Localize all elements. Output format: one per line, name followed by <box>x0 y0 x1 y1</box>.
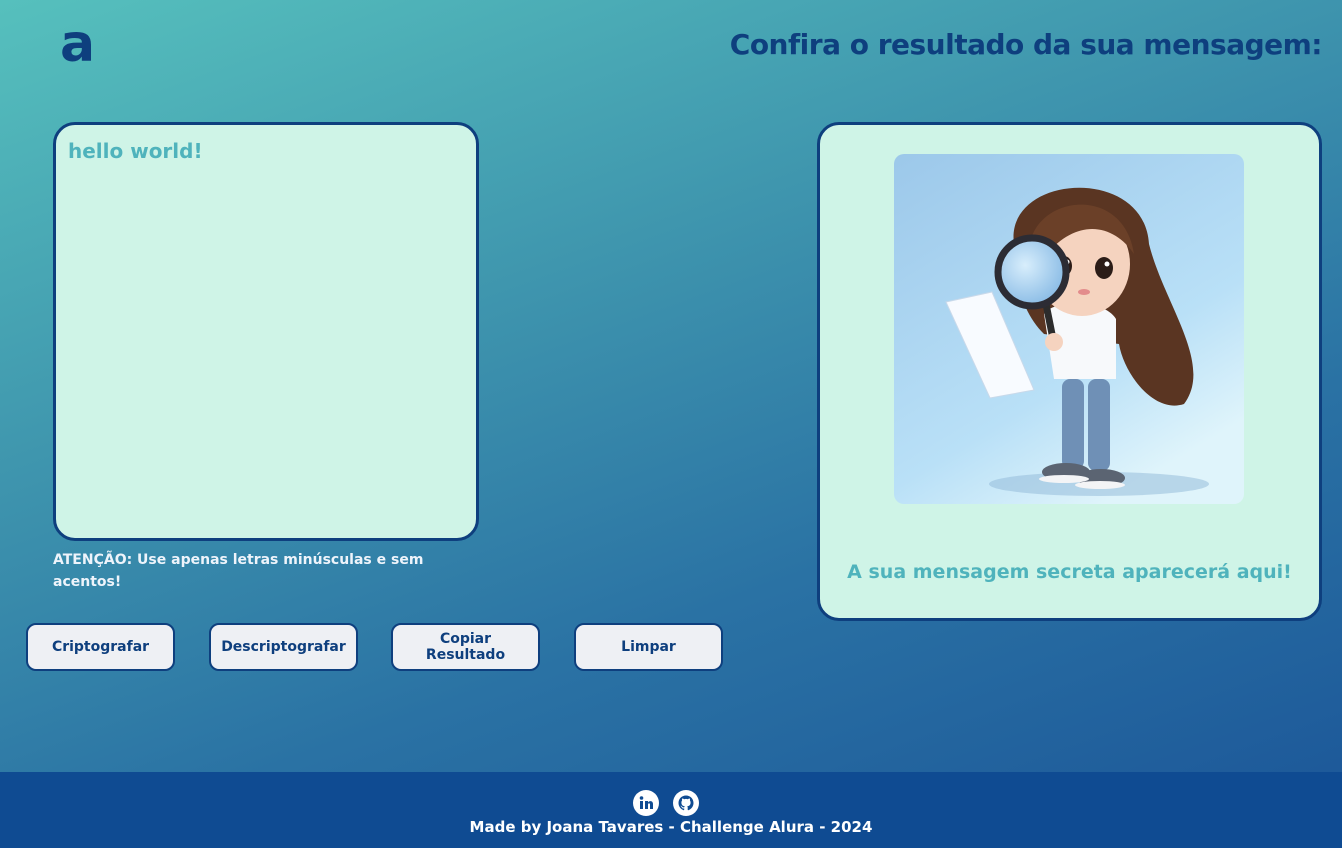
github-icon[interactable] <box>673 790 699 816</box>
copy-result-button[interactable]: Copiar Resultado <box>391 623 540 671</box>
clear-button[interactable]: Limpar <box>574 623 723 671</box>
message-input[interactable]: hello world! <box>53 122 479 541</box>
result-message: A sua mensagem secreta aparecerá aqui! <box>847 561 1292 583</box>
decrypt-button[interactable]: Descriptografar <box>209 623 358 671</box>
warning-text: ATENÇÃO: Use apenas letras minúsculas e … <box>53 552 424 590</box>
footer: Made by Joana Tavares - Challenge Alura … <box>0 772 1342 848</box>
result-panel: A sua mensagem secreta aparecerá aqui! <box>817 122 1322 621</box>
alura-logo: a <box>60 14 96 74</box>
encrypt-button[interactable]: Criptografar <box>26 623 175 671</box>
result-heading: Confira o resultado da sua mensagem: <box>729 28 1323 61</box>
footer-credit: Made by Joana Tavares - Challenge Alura … <box>469 818 873 836</box>
linkedin-icon[interactable] <box>633 790 659 816</box>
girl-with-magnifying-glass-illustration <box>894 154 1244 504</box>
